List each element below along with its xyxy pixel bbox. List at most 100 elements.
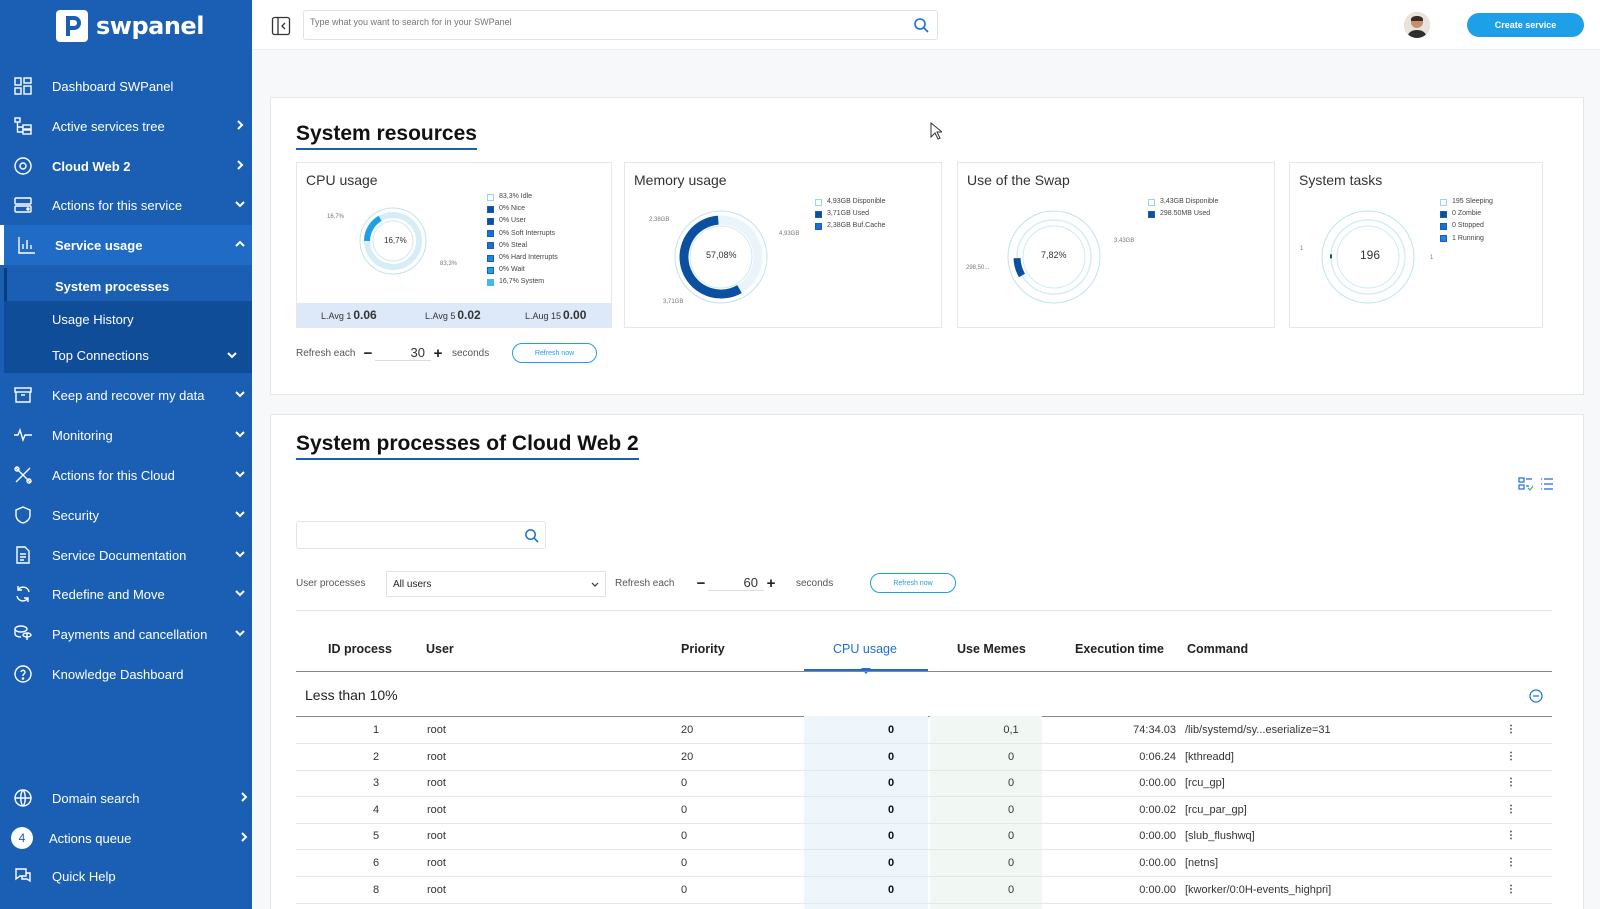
refresh-unit: seconds (796, 578, 834, 589)
sidebar-item-actions-service[interactable]: Actions for this service (0, 185, 252, 225)
sidebar-item-label: Actions for this Cloud (52, 467, 175, 483)
sidebar-item-service-documentation[interactable]: Service Documentation (0, 535, 252, 575)
collapse-circle-icon[interactable] (1529, 689, 1543, 703)
cell-priority: 0 (681, 830, 688, 843)
cell-cpu: 0 (887, 724, 895, 736)
row-menu-icon[interactable]: ⋮ (1506, 804, 1516, 815)
column-header-memory[interactable]: Use Memes (957, 642, 1026, 656)
increment-button[interactable]: + (764, 575, 778, 592)
process-refresh-value[interactable]: 60 (708, 575, 764, 591)
process-search[interactable] (296, 521, 546, 549)
column-header-user[interactable]: User (426, 642, 454, 656)
row-menu-icon[interactable]: ⋮ (1506, 777, 1516, 788)
column-header-priority[interactable]: Priority (681, 642, 725, 656)
column-header-cpu[interactable]: CPU usage (833, 642, 897, 656)
sidebar-item-payments[interactable]: Payments and cancellation (0, 614, 252, 654)
section-title: System processes of Cloud Web 2 (296, 432, 639, 460)
sidebar-toggle-icon[interactable] (271, 16, 291, 36)
sidebar-subitem-top-connections[interactable]: Top Connections (4, 337, 252, 373)
sidebar-item-dashboard[interactable]: Dashboard SWPanel (0, 66, 252, 106)
tools-icon (14, 466, 32, 484)
sidebar-subitem-system-processes[interactable]: System processes (4, 268, 252, 304)
search-icon[interactable] (913, 17, 929, 33)
refresh-icon (16, 586, 30, 602)
column-header-command[interactable]: Command (1187, 642, 1248, 656)
chevron-down-icon (235, 511, 245, 518)
column-header-id[interactable]: ID process (328, 642, 392, 656)
donut-right-label: 4,93GB (779, 231, 800, 237)
grid-view-icon[interactable] (1518, 476, 1534, 492)
table-row[interactable]: 3 root 0 0 0 0:00.00 [rcu_gp] ⋮ (296, 770, 1552, 798)
sidebar-item-label: Actions queue (49, 830, 132, 846)
user-filter-select[interactable]: All users (386, 571, 606, 597)
list-view-icon[interactable] (1539, 476, 1555, 492)
sidebar-subitem-usage-history[interactable]: Usage History (4, 301, 252, 337)
cell-cmd: [rcu_gp] (1185, 777, 1225, 790)
refresh-now-button[interactable]: Refresh now (870, 573, 956, 593)
table-row[interactable]: 5 root 0 0 0 0:00.00 [slub_flushwq] ⋮ (296, 823, 1552, 851)
row-menu-icon[interactable]: ⋮ (1506, 724, 1516, 735)
cell-id: 5 (372, 830, 380, 843)
chevron-down-icon (235, 431, 245, 438)
chevron-right-icon (241, 832, 248, 842)
sidebar-item-quick-help[interactable]: Quick Help (0, 856, 252, 896)
cell-time: 0:06.24 (1139, 750, 1176, 763)
search-icon[interactable] (524, 528, 539, 543)
table-row[interactable]: 2 root 20 0 0 0:06.24 [kthreadd] ⋮ (296, 744, 1552, 771)
cell-cmd: [kworker/0:0H-events_highpri] (1185, 883, 1332, 896)
row-menu-icon[interactable]: ⋮ (1506, 884, 1516, 895)
table-row[interactable]: 6 root 0 0 0 0:00.00 [netns] ⋮ (296, 850, 1552, 877)
user-avatar[interactable] (1404, 12, 1430, 38)
row-menu-icon[interactable]: ⋮ (1506, 751, 1516, 762)
refresh-interval-value[interactable]: 30 (375, 345, 431, 361)
table-row[interactable]: 8 root 0 0 0 0:00.00 [kworker/0:0H-events_high… (296, 877, 1552, 904)
sidebar-item-monitoring[interactable]: Monitoring (0, 415, 252, 455)
legend-item: 4,93GB Disponible (815, 196, 885, 208)
refresh-label: Refresh each (615, 578, 675, 589)
sidebar-item-actions-cloud[interactable]: Actions for this Cloud (0, 455, 252, 495)
document-icon (16, 546, 30, 564)
cell-user: root (427, 724, 446, 736)
column-header-execution-time[interactable]: Execution time (1075, 642, 1164, 656)
cell-user: root (427, 803, 446, 816)
legend-item: 3,71GB Used (815, 208, 885, 220)
swpanel-logo[interactable]: swpanel (56, 10, 204, 42)
decrement-button[interactable]: − (694, 575, 708, 592)
decrement-button[interactable]: − (361, 345, 375, 362)
group-row-less-than-10[interactable]: Less than 10% (296, 671, 1552, 717)
increment-button[interactable]: + (431, 345, 445, 362)
global-search-input[interactable] (310, 17, 890, 27)
cell-cmd: /lib/systemd/sy...eserialize=31 (1185, 724, 1331, 736)
cloud-icon (14, 157, 32, 175)
legend-item: 195 Sleeping (1440, 196, 1493, 208)
create-service-button[interactable]: Create service (1467, 13, 1584, 37)
table-row[interactable]: 4 root 0 0 0 0:00.02 [rcu_par_gp] ⋮ (296, 797, 1552, 824)
sidebar-item-keep-recover[interactable]: Keep and recover my data (0, 375, 252, 415)
sidebar-item-redefine-move[interactable]: Redefine and Move (0, 574, 252, 614)
sidebar-item-actions-queue[interactable]: 4 Actions queue (0, 818, 252, 858)
cell-time: 0:00.00 (1139, 830, 1176, 843)
sidebar-item-active-services-tree[interactable]: Active services tree (0, 106, 252, 146)
donut-right-label: 1 (1430, 255, 1434, 261)
table-row[interactable]: 1 root 20 0 0,1 74:34.03/lib/systemd/sy...ese… (296, 717, 1552, 744)
sidebar-item-security[interactable]: Security (0, 495, 252, 535)
global-search[interactable] (303, 10, 938, 40)
row-menu-icon[interactable]: ⋮ (1506, 857, 1516, 868)
cell-user: root (427, 777, 446, 790)
user-filter-value: All users (393, 579, 432, 590)
refresh-now-button[interactable]: Refresh now (512, 343, 597, 363)
sidebar-item-cloud-web-2[interactable]: Cloud Web 2 (0, 146, 252, 186)
cell-mem: 0,1 (1003, 724, 1019, 736)
load-avg-5: L.Avg 5 0.02 (425, 308, 481, 322)
row-menu-icon[interactable]: ⋮ (1506, 830, 1516, 841)
sidebar-item-domain-search[interactable]: Domain search (0, 778, 252, 818)
cell-time: 0:00.00 (1139, 777, 1176, 790)
sidebar-item-service-usage[interactable]: Service usage (0, 225, 252, 265)
memory-usage-panel: Memory usage 57,08% 2,38GB 4,93GB 3,71GB… (624, 162, 942, 328)
group-label: Less than 10% (305, 687, 398, 703)
cell-user: root (427, 830, 446, 843)
donut-center-label: 16,7% (384, 236, 407, 245)
cell-id: 8 (372, 883, 380, 896)
sidebar-item-knowledge-dashboard[interactable]: Knowledge Dashboard (0, 654, 252, 694)
system-tasks-panel: System tasks 196 1 1 195 Sleeping 0 Zomb… (1289, 162, 1543, 328)
